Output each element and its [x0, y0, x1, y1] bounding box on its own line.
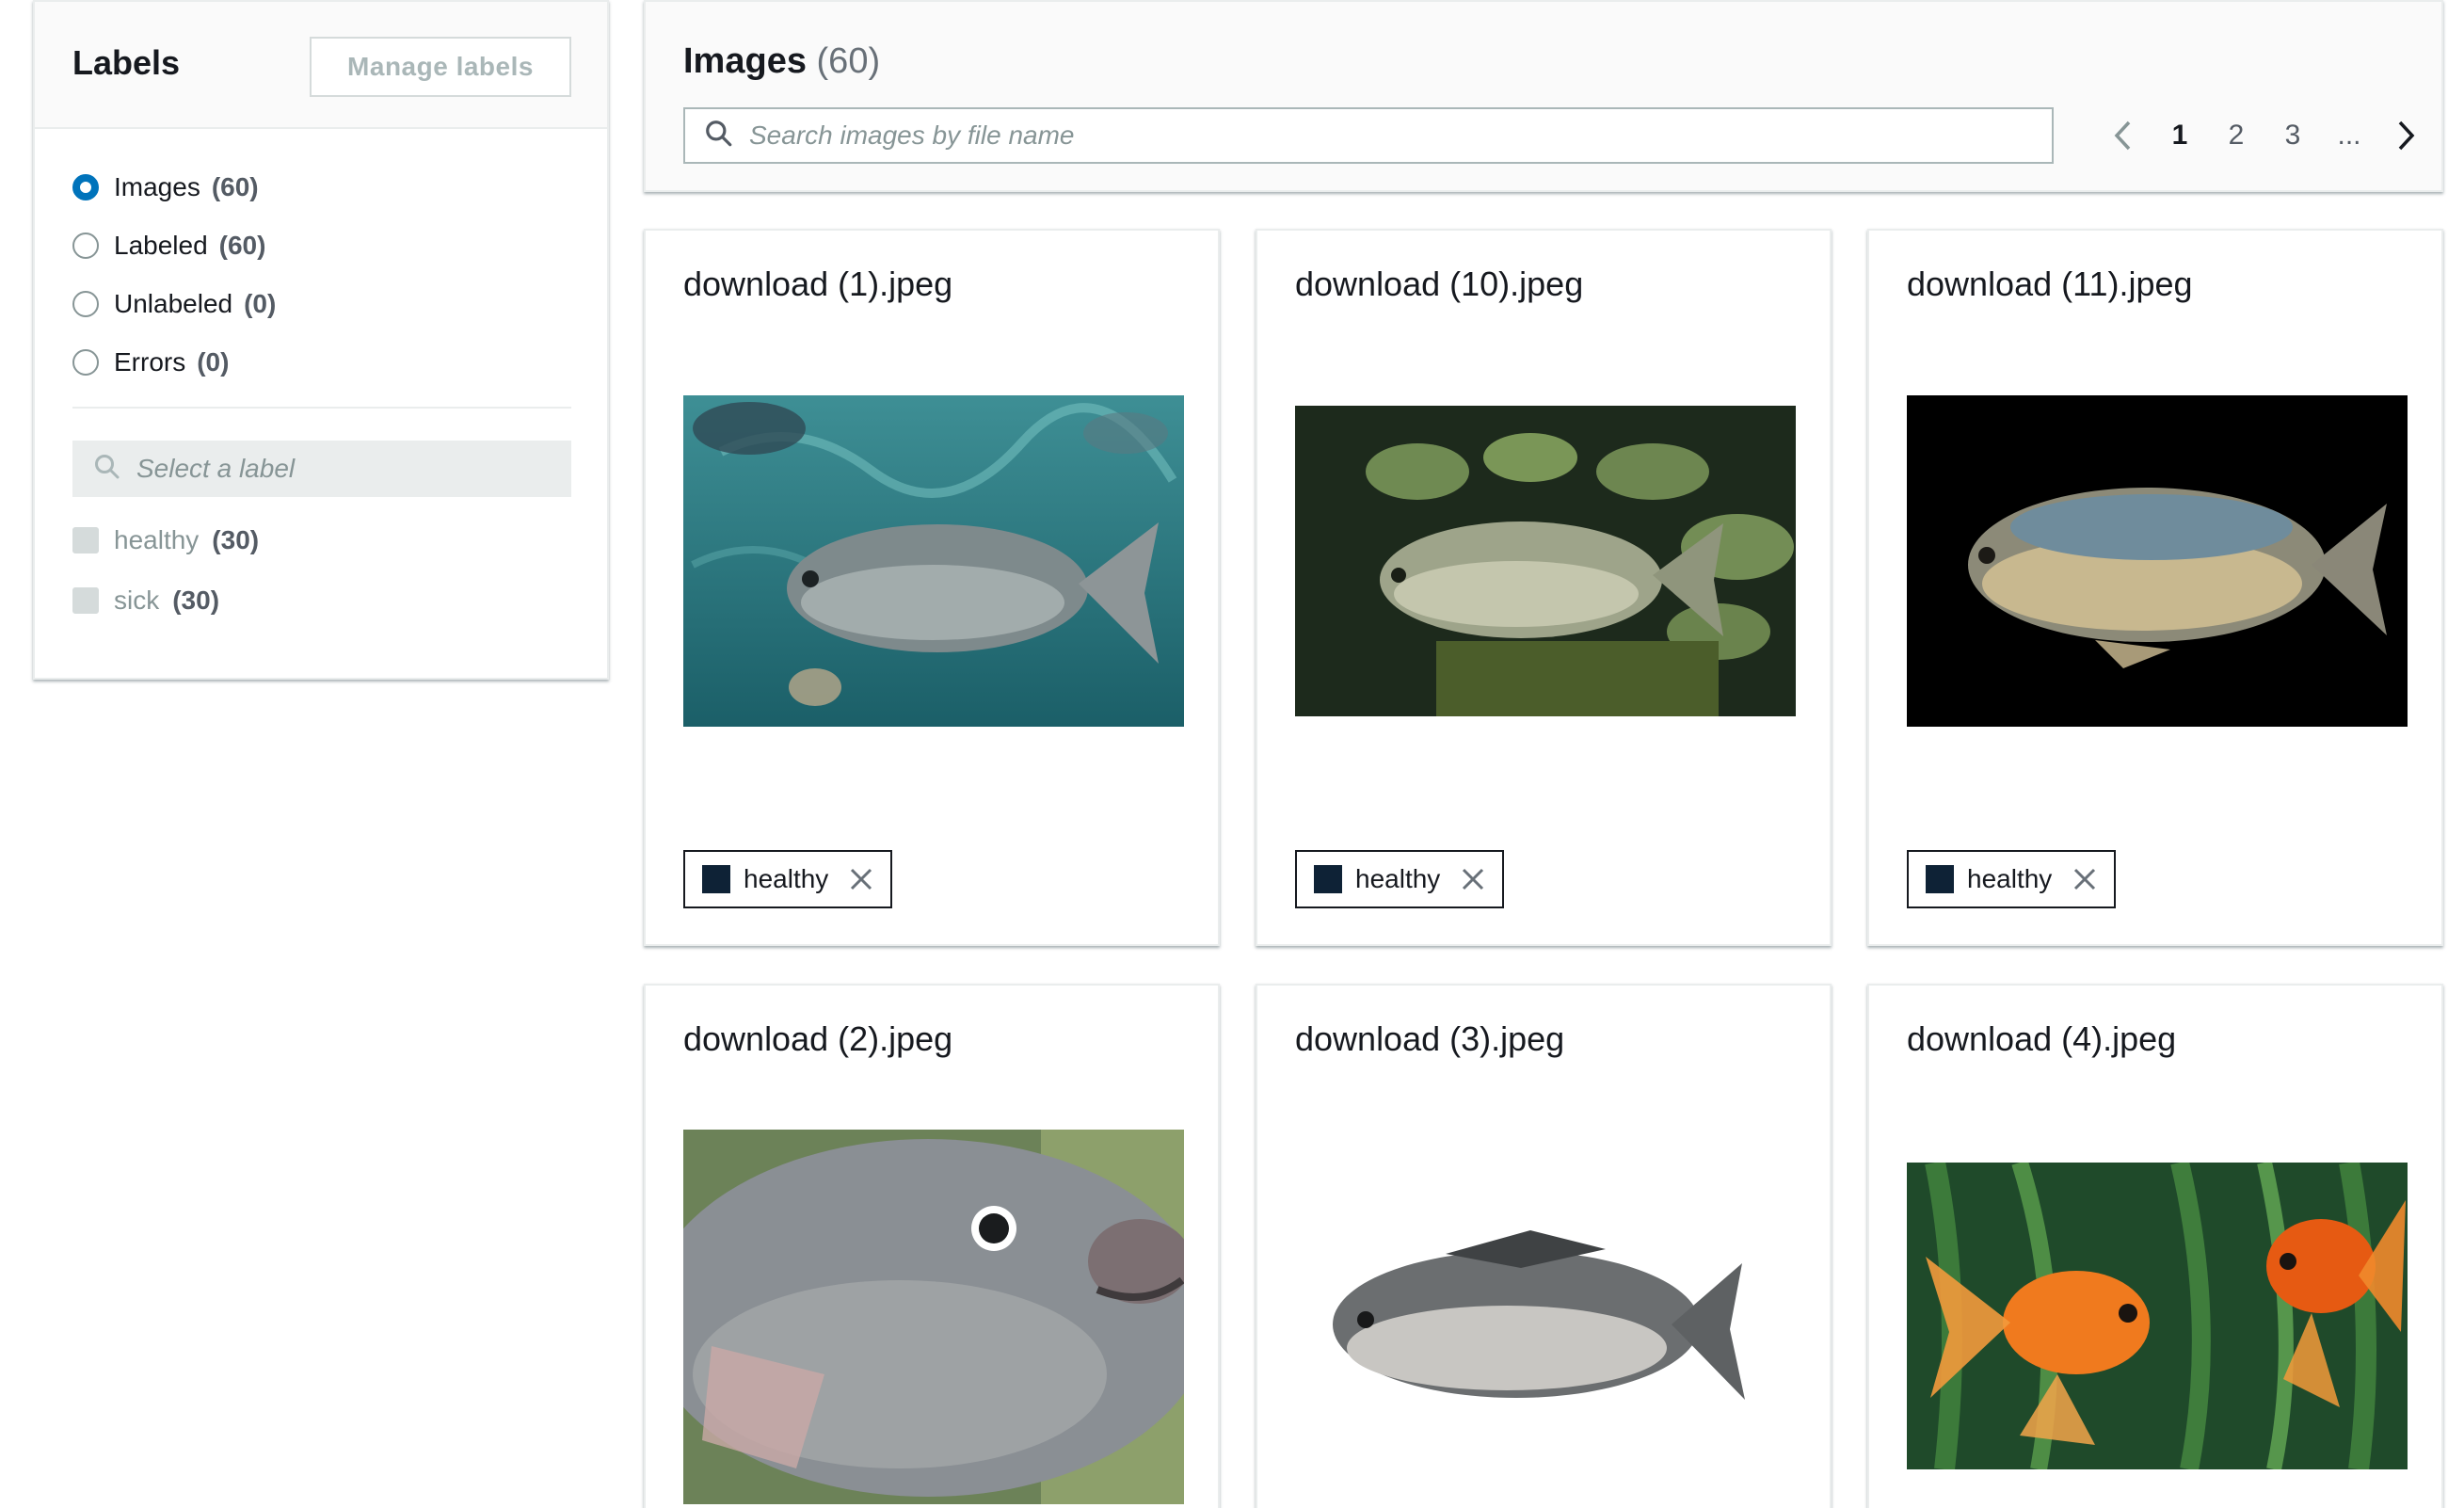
- chevron-left-icon: [2114, 120, 2131, 151]
- images-header-panel: Images (60) Search images by file name 1…: [644, 0, 2443, 192]
- filter-count: (60): [211, 172, 259, 201]
- page-button-1[interactable]: 1: [2152, 120, 2208, 152]
- close-icon[interactable]: [849, 867, 873, 891]
- label-name: sick: [114, 586, 160, 615]
- image-search-placeholder: Search images by file name: [749, 120, 1075, 150]
- filter-label: Unlabeled: [114, 289, 233, 318]
- radio-button[interactable]: [72, 233, 99, 259]
- checkbox[interactable]: [72, 527, 99, 553]
- image-filename: download (4).jpeg: [1907, 1019, 2177, 1058]
- search-icon: [93, 453, 121, 486]
- label-color-swatch: [1314, 865, 1342, 893]
- image-filter-radio-group: Images (60) Labeled (60) Unlabeled (0) E…: [72, 158, 276, 392]
- label-search-input[interactable]: Select a label: [72, 441, 571, 497]
- filter-count: (0): [197, 347, 230, 377]
- next-page-button[interactable]: [2377, 120, 2434, 152]
- filter-label: Errors: [114, 347, 186, 377]
- filter-label: Images: [114, 172, 200, 201]
- radio-button-selected[interactable]: [72, 174, 99, 201]
- image-filename: download (1).jpeg: [683, 265, 953, 303]
- radio-button[interactable]: [72, 349, 99, 376]
- fish-image: [1907, 395, 2408, 727]
- label-name: healthy: [114, 525, 200, 554]
- page-button-2[interactable]: 2: [2208, 120, 2264, 152]
- image-card[interactable]: download (11).jpeg healthy: [1867, 229, 2443, 946]
- pagination: 1 2 3 ...: [2095, 107, 2434, 164]
- previous-page-button[interactable]: [2095, 120, 2152, 152]
- chevron-right-icon: [2398, 120, 2415, 151]
- page-ellipsis: ...: [2337, 120, 2361, 151]
- label-search-placeholder: Select a label: [136, 454, 296, 483]
- fish-image: [1295, 1164, 1796, 1466]
- image-card[interactable]: download (1).jpeg healthy: [644, 229, 1220, 946]
- fish-image: [1907, 1163, 2408, 1469]
- filter-errors[interactable]: Errors (0): [72, 333, 276, 392]
- tag-label: healthy: [1355, 864, 1441, 893]
- image-filename: download (3).jpeg: [1295, 1019, 1565, 1058]
- filter-count: (60): [218, 231, 266, 260]
- close-icon[interactable]: [1461, 867, 1485, 891]
- labels-panel: Labels Manage labels Images (60) Labeled…: [33, 0, 609, 680]
- label-count: (30): [212, 525, 260, 554]
- label-color-swatch: [702, 865, 730, 893]
- close-icon[interactable]: [2072, 867, 2097, 891]
- filter-count: (0): [244, 289, 277, 318]
- filter-label: Labeled: [114, 231, 208, 260]
- tag-label: healthy: [1967, 864, 2053, 893]
- label-item-healthy[interactable]: healthy (30): [72, 510, 259, 570]
- image-card[interactable]: download (10).jpeg healthy: [1256, 229, 1832, 946]
- labels-panel-header: Labels Manage labels: [35, 2, 607, 129]
- images-title: Images (60): [683, 41, 880, 82]
- fish-image: [683, 395, 1184, 727]
- image-card[interactable]: download (3).jpeg: [1256, 984, 1832, 1508]
- image-card[interactable]: download (2).jpeg: [644, 984, 1220, 1508]
- tag-label: healthy: [744, 864, 829, 893]
- image-search-input[interactable]: Search images by file name: [683, 107, 2054, 164]
- label-tag: healthy: [683, 850, 893, 908]
- label-count: (30): [172, 586, 220, 615]
- image-card[interactable]: download (4).jpeg: [1867, 984, 2443, 1508]
- image-filename: download (10).jpeg: [1295, 265, 1584, 303]
- label-tag: healthy: [1295, 850, 1505, 908]
- radio-button[interactable]: [72, 291, 99, 317]
- fish-image: [683, 1130, 1184, 1504]
- divider: [72, 407, 571, 409]
- filter-unlabeled[interactable]: Unlabeled (0): [72, 275, 276, 333]
- image-filename: download (2).jpeg: [683, 1019, 953, 1058]
- fish-image: [1295, 406, 1796, 716]
- label-checkbox-list: healthy (30) sick (30): [72, 510, 259, 631]
- manage-labels-button[interactable]: Manage labels: [310, 37, 571, 97]
- labels-title: Labels: [72, 43, 181, 82]
- filter-labeled[interactable]: Labeled (60): [72, 217, 276, 275]
- images-title-text: Images: [683, 41, 807, 81]
- image-filename: download (11).jpeg: [1907, 265, 2193, 303]
- filter-images[interactable]: Images (60): [72, 158, 276, 217]
- page-button-3[interactable]: 3: [2264, 120, 2321, 152]
- label-color-swatch: [1926, 865, 1954, 893]
- checkbox[interactable]: [72, 587, 99, 614]
- label-item-sick[interactable]: sick (30): [72, 570, 259, 631]
- images-count: (60): [816, 41, 881, 81]
- app-root: Labels Manage labels Images (60) Labeled…: [0, 0, 2464, 1508]
- search-icon: [704, 119, 734, 153]
- label-tag: healthy: [1907, 850, 2117, 908]
